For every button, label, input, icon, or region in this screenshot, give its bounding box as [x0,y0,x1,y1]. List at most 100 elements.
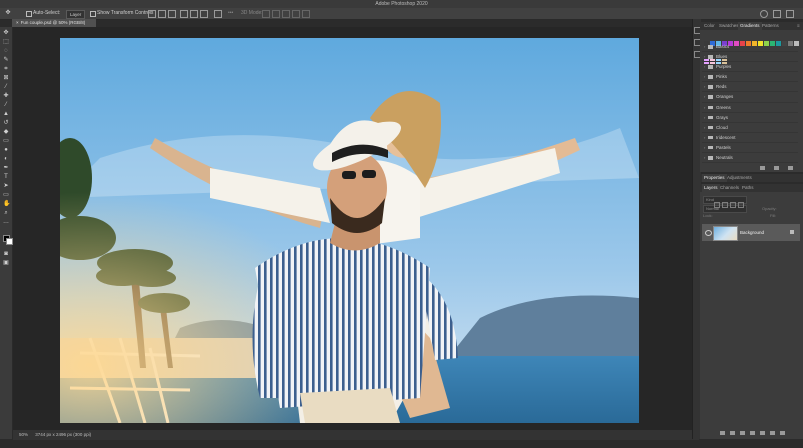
dodge-tool-icon[interactable]: ◐ [3,156,9,162]
crop-tool-icon[interactable]: ⌗ [3,66,9,72]
trash-icon[interactable] [788,166,793,170]
gradient-group-item[interactable]: › Reds [702,82,798,93]
folder-icon [708,135,713,140]
rectangle-tool-icon[interactable]: ▭ [3,192,9,198]
move-tool-icon[interactable]: ✥ [3,30,9,36]
gradient-group-item[interactable]: › Pastels [702,143,798,154]
history-brush-tool-icon[interactable]: ↺ [3,120,9,126]
tab-properties[interactable]: Properties [702,174,727,182]
adjustment-layer-icon[interactable] [750,431,755,435]
lock-transparency-icon[interactable] [714,202,720,208]
gradient-tool-icon[interactable]: ▭ [3,138,9,144]
pen-tool-icon[interactable]: ✒ [3,165,9,171]
document-info[interactable]: 3744 px x 2496 px (300 ppi) [35,432,91,437]
tab-layers[interactable]: Layers [702,184,720,192]
document-image[interactable] [60,38,639,423]
folder-icon [708,105,713,110]
gradient-group-item[interactable]: › Purples [702,62,798,73]
new-group-icon[interactable] [760,431,765,435]
lock-all-icon[interactable] [738,202,744,208]
tab-adjustments[interactable]: Adjustments [725,174,754,182]
align-right-icon[interactable] [168,10,176,18]
opacity-label: Opacity: [762,206,777,211]
gradients-panel-footer [752,164,802,172]
quick-select-tool-icon[interactable]: ✎ [3,57,9,63]
layers-panel-tabs: Layers Channels Paths [700,184,803,192]
align-bottom-icon[interactable] [200,10,208,18]
auto-select-dropdown[interactable]: Layer [66,10,86,19]
trash-icon[interactable] [780,431,785,435]
gradient-group-item[interactable]: › Oranges [702,92,798,103]
canvas-area[interactable] [13,27,693,430]
3d-slide-icon[interactable] [292,10,300,18]
panel-menu-icon[interactable]: ≡ [795,22,802,30]
layer-row[interactable]: Background [702,224,800,241]
tab-swatches[interactable]: Swatches [717,22,741,30]
quick-mask-icon[interactable]: ◙ [3,251,9,257]
tab-channels[interactable]: Channels [718,184,741,192]
3d-pan-icon[interactable] [282,10,290,18]
gradient-group-item[interactable]: › Basics [702,42,798,53]
new-gradient-icon[interactable] [774,166,779,170]
lock-label: Lock: [703,213,713,218]
tab-paths[interactable]: Paths [740,184,756,192]
gradient-group-item[interactable]: › Pinks [702,72,798,83]
path-selection-tool-icon[interactable]: ➤ [3,183,9,189]
auto-select-checkbox[interactable] [26,11,32,17]
background-color-swatch[interactable] [6,238,13,245]
3d-orbit-icon[interactable] [262,10,270,18]
layers-panel-footer [700,429,803,437]
folder-icon [708,65,713,69]
tab-patterns[interactable]: Patterns [760,22,781,30]
3d-roll-icon[interactable] [272,10,280,18]
tab-color[interactable]: Color [702,22,717,30]
gradient-group-item[interactable]: › Cloud [702,123,798,133]
lasso-tool-icon[interactable]: ◌ [3,48,9,54]
move-tool-preset-icon[interactable]: ✥ [5,10,11,16]
screen-mode-icon[interactable]: ▣ [3,260,9,266]
layer-name[interactable]: Background [740,224,764,241]
zoom-tool-icon[interactable]: ⌕ [3,210,9,216]
folder-icon [708,95,713,99]
gradient-group-item[interactable]: › Blues [702,52,798,63]
marquee-tool-icon[interactable]: ⬚ [3,39,9,45]
show-transform-controls-checkbox[interactable] [90,11,96,17]
healing-brush-tool-icon[interactable]: ✚ [3,93,9,99]
new-group-icon[interactable] [760,166,765,170]
search-icon[interactable] [760,10,768,18]
gradient-group-item[interactable]: › Neutrals [702,153,798,164]
new-layer-icon[interactable] [770,431,775,435]
3d-scale-icon[interactable] [302,10,310,18]
more-tools-icon[interactable]: … [3,219,9,225]
more-options-icon[interactable]: ••• [228,9,233,18]
brush-tool-icon[interactable]: ⁄ [3,102,9,108]
align-middle-icon[interactable] [190,10,198,18]
lock-pixels-icon[interactable] [722,202,728,208]
add-mask-icon[interactable] [740,431,745,435]
gradient-group-item[interactable]: › Grays [702,113,798,123]
workspace-icon[interactable] [773,10,781,18]
gradient-groups-list: › Basics › Blues › Purples › Pinks › Reds › Or… [702,42,798,164]
share-icon[interactable] [786,10,794,18]
blur-tool-icon[interactable]: ● [3,147,9,153]
close-document-icon[interactable]: × [16,20,19,25]
tab-gradients[interactable]: Gradients [738,22,762,30]
align-center-icon[interactable] [158,10,166,18]
frame-tool-icon[interactable]: ⊠ [3,75,9,81]
type-tool-icon[interactable]: T [3,174,9,180]
gradient-group-item[interactable]: › Greens [702,103,798,113]
align-top-icon[interactable] [180,10,188,18]
eraser-tool-icon[interactable]: ◆ [3,129,9,135]
layer-style-icon[interactable] [730,431,735,435]
gradient-group-item[interactable]: › Iridescent [702,133,798,143]
distribute-icon[interactable] [214,10,222,18]
clone-stamp-tool-icon[interactable]: ▲ [3,111,9,117]
zoom-level[interactable]: 50% [19,432,28,437]
link-layers-icon[interactable] [720,431,725,435]
hand-tool-icon[interactable]: ✋ [3,201,10,207]
align-left-icon[interactable] [148,10,156,18]
document-tab[interactable]: × Fun couple.psd @ 50% (RGB/8) [12,19,96,27]
eyedropper-tool-icon[interactable]: ⁄ [3,84,9,90]
lock-position-icon[interactable] [730,202,736,208]
eye-icon[interactable] [705,230,712,236]
